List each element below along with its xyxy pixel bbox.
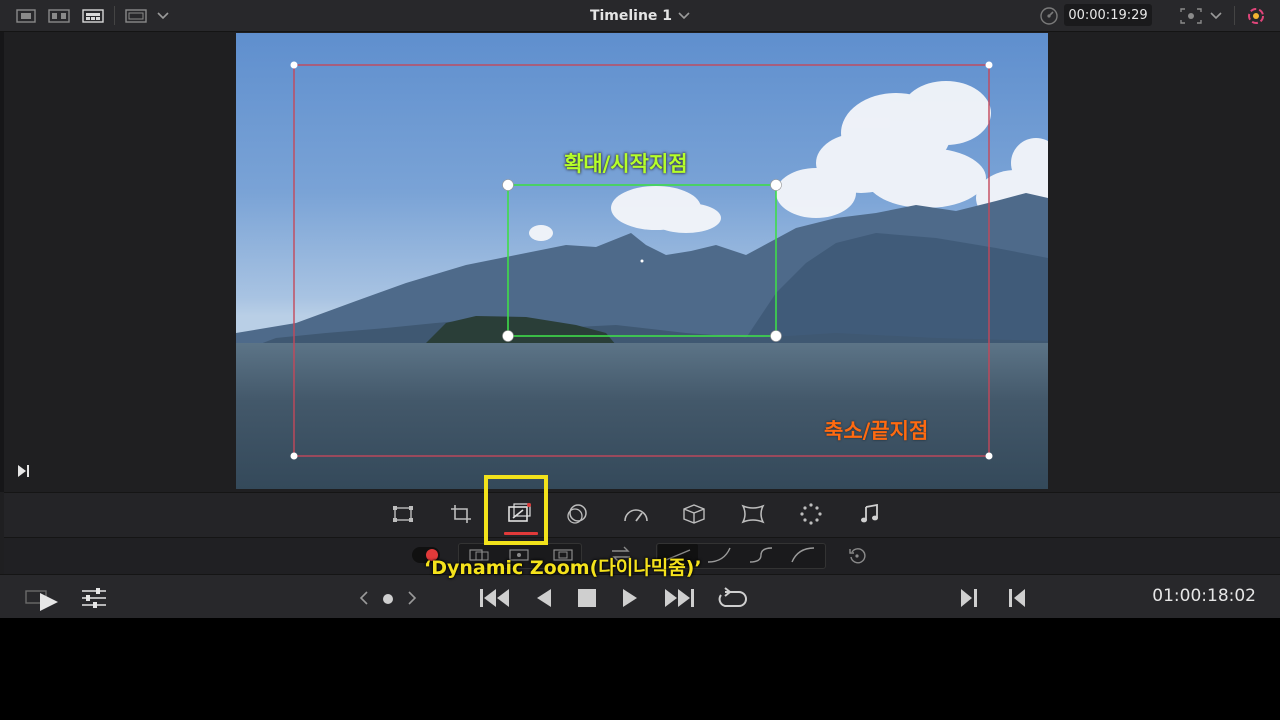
app-window: Timeline 1 00:00:19:29 확대/시작지점 축소/끝지점 01… <box>0 0 1280 619</box>
speed-icon[interactable] <box>622 503 650 525</box>
ease-in-icon[interactable] <box>704 545 734 565</box>
chevron-down-icon[interactable] <box>1208 6 1224 25</box>
stabilization-icon[interactable] <box>680 503 708 525</box>
loop-icon[interactable] <box>716 586 748 610</box>
zoom-start-handle <box>502 179 514 191</box>
stop-icon[interactable] <box>576 588 598 608</box>
chevron-left-icon[interactable] <box>356 589 372 607</box>
zoom-start-handle <box>502 330 514 342</box>
crop-icon[interactable] <box>448 503 474 525</box>
zoom-start-handle <box>770 179 782 191</box>
play-reverse-icon[interactable] <box>532 587 556 609</box>
zoom-center-point <box>640 259 644 263</box>
cinema-viewer-icon[interactable] <box>24 586 60 612</box>
dynamic-zoom-highlight <box>484 475 548 545</box>
viewer-header: Timeline 1 00:00:19:29 <box>0 0 1280 32</box>
zoom-start-handle <box>770 330 782 342</box>
next-frame-icon[interactable] <box>14 462 32 480</box>
color-wheel-icon[interactable] <box>1244 6 1268 25</box>
jump-to-start-icon[interactable] <box>478 587 512 609</box>
playback-speed-icon[interactable] <box>1038 6 1060 25</box>
retime-icon[interactable] <box>798 503 824 525</box>
playhead-timecode: 01:00:18:02 <box>1152 586 1256 606</box>
zoom-end-handle <box>290 452 298 460</box>
onscreen-controls-bar <box>4 492 1280 537</box>
mark-out-icon[interactable] <box>1006 587 1028 609</box>
mark-in-icon[interactable] <box>958 587 980 609</box>
zoom-end-handle <box>290 61 298 69</box>
lens-correction-icon[interactable] <box>740 503 766 525</box>
jump-to-end-icon[interactable] <box>662 587 696 609</box>
transport-bar <box>0 574 1280 619</box>
timeline-name: Timeline 1 <box>589 7 673 24</box>
audio-icon[interactable] <box>856 503 882 525</box>
zoom-end-label: 축소/끝지점 <box>824 419 929 443</box>
zoom-end-handle <box>985 61 993 69</box>
play-icon[interactable] <box>618 587 642 609</box>
transform-icon[interactable] <box>390 503 416 525</box>
video-viewer[interactable]: 확대/시작지점 축소/끝지점 <box>236 33 1048 489</box>
left-panel-edge <box>0 32 4 492</box>
zoom-end-handle <box>985 452 993 460</box>
ease-out-icon[interactable] <box>788 545 818 565</box>
reset-icon[interactable] <box>846 546 868 566</box>
viewer-overlay-icon[interactable] <box>1178 6 1204 25</box>
composite-icon[interactable] <box>564 503 590 525</box>
ease-in-out-icon[interactable] <box>746 545 776 565</box>
bottom-black-area <box>0 618 1280 720</box>
keyframe-dot-icon[interactable] <box>380 592 396 606</box>
source-timecode: 00:00:19:29 <box>1064 4 1152 26</box>
zoom-start-label: 확대/시작지점 <box>564 152 688 176</box>
chevron-down-icon <box>678 11 690 19</box>
settings-sliders-icon[interactable] <box>80 587 108 609</box>
dynamic-zoom-caption: ‘Dynamic Zoom(다이나믹줌)’ <box>424 557 702 579</box>
chevron-right-icon[interactable] <box>404 589 420 607</box>
